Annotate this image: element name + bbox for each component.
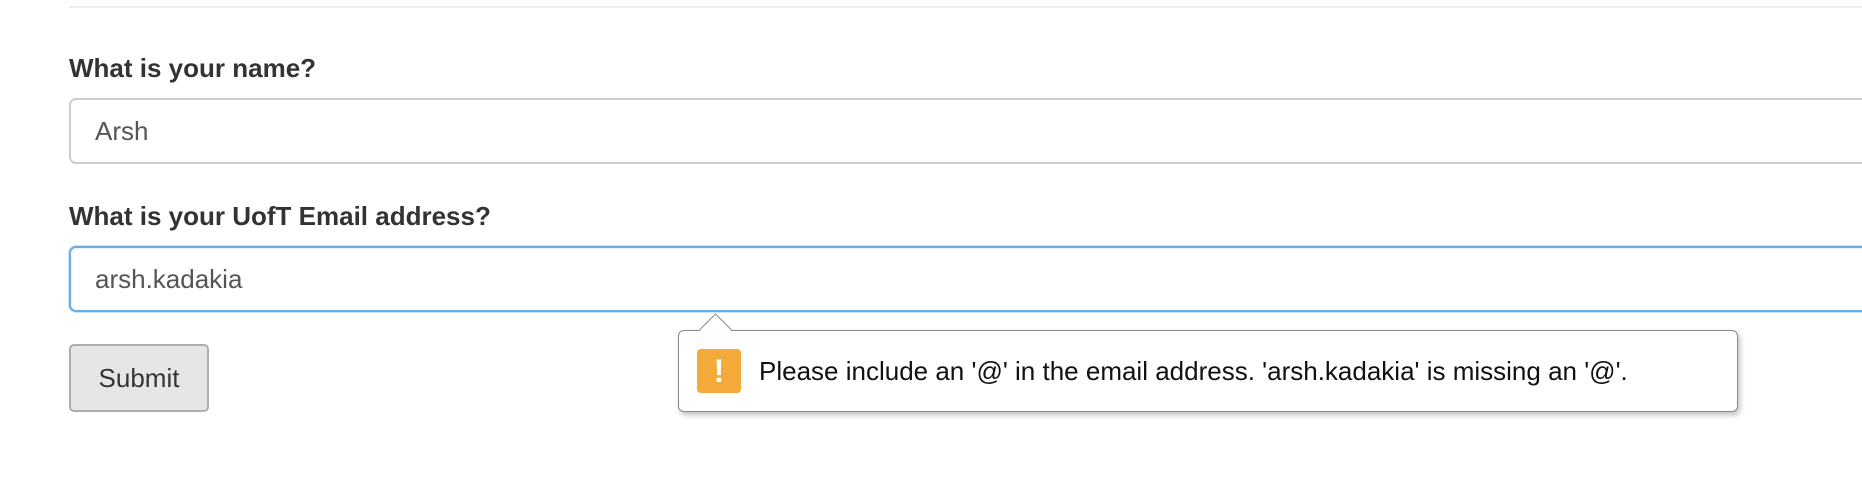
top-divider (69, 6, 1862, 8)
validation-tooltip: ! Please include an '@' in the email add… (678, 313, 1738, 412)
validation-message: Please include an '@' in the email addre… (759, 355, 1628, 386)
tooltip-arrow (699, 313, 732, 346)
name-label: What is your name? (69, 53, 317, 83)
submit-button[interactable]: Submit (69, 344, 209, 412)
name-input[interactable] (69, 98, 1862, 164)
email-input[interactable] (69, 246, 1862, 312)
email-label: What is your UofT Email address? (69, 201, 491, 231)
survey-form-page: What is your name? What is your UofT Ema… (0, 0, 1862, 486)
warning-icon: ! (697, 349, 741, 393)
